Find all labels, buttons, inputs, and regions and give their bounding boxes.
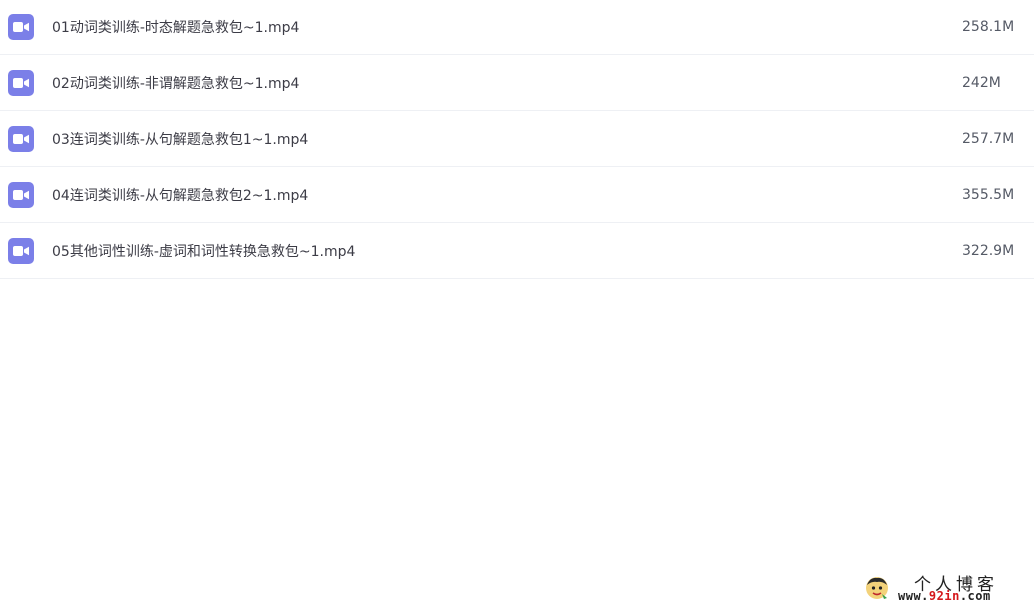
watermark-url: www.92in.com bbox=[898, 589, 991, 603]
video-file-icon bbox=[8, 237, 34, 264]
file-row[interactable]: 05其他词性训练-虚词和词性转换急救包~1.mp4 322.9M bbox=[0, 223, 1034, 279]
video-file-icon bbox=[8, 125, 34, 152]
watermark: 个人博客 www.92in.com bbox=[864, 570, 1034, 609]
video-file-icon bbox=[8, 181, 34, 208]
watermark-url-suffix: .com bbox=[959, 589, 991, 603]
file-name[interactable]: 05其他词性训练-虚词和词性转换急救包~1.mp4 bbox=[52, 241, 355, 261]
file-row[interactable]: 01动词类训练-时态解题急救包~1.mp4 258.1M bbox=[0, 0, 1034, 55]
video-file-icon bbox=[8, 69, 34, 96]
file-size: 355.5M bbox=[962, 186, 1015, 203]
file-list-page: 01动词类训练-时态解题急救包~1.mp4 258.1M 02动词类训练-非谓解… bbox=[0, 0, 1034, 609]
file-name[interactable]: 03连词类训练-从句解题急救包1~1.mp4 bbox=[52, 129, 308, 149]
watermark-url-prefix: www. bbox=[898, 589, 929, 603]
file-name[interactable]: 02动词类训练-非谓解题急救包~1.mp4 bbox=[52, 73, 299, 93]
file-size: 258.1M bbox=[962, 19, 1015, 35]
file-row[interactable]: 04连词类训练-从句解题急救包2~1.mp4 355.5M bbox=[0, 167, 1034, 223]
file-size: 322.9M bbox=[962, 242, 1015, 259]
file-name[interactable]: 01动词类训练-时态解题急救包~1.mp4 bbox=[52, 17, 299, 37]
video-file-icon bbox=[8, 14, 34, 40]
watermark-url-highlight: 92in bbox=[928, 589, 960, 603]
file-row[interactable]: 03连词类训练-从句解题急救包1~1.mp4 257.7M bbox=[0, 111, 1034, 167]
file-size: 257.7M bbox=[962, 130, 1015, 147]
file-row[interactable]: 02动词类训练-非谓解题急救包~1.mp4 242M bbox=[0, 55, 1034, 111]
avatar-logo-icon bbox=[864, 575, 890, 601]
file-name[interactable]: 04连词类训练-从句解题急救包2~1.mp4 bbox=[52, 185, 308, 205]
file-list: 01动词类训练-时态解题急救包~1.mp4 258.1M 02动词类训练-非谓解… bbox=[0, 0, 1034, 279]
file-size: 242M bbox=[962, 74, 1001, 91]
